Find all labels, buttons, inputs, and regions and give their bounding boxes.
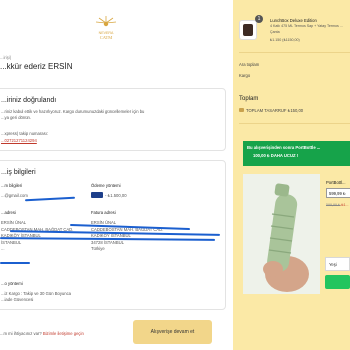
billing-line: Türkiye: [91, 246, 105, 251]
shipping-method-value: ...iz Kargo : Takip ve 30 Gün Boyunca: [1, 291, 71, 296]
order-confirmed-card: ...iriniz doğrulandı ...riniz kabul etti…: [0, 88, 226, 151]
upsell-product-name: PortBottl...: [326, 180, 346, 185]
upsell-add-button[interactable]: [325, 275, 350, 289]
upsell-variant-value: Yeşi: [329, 262, 337, 267]
contact-us-link[interactable]: Bizimle iletişime geçin: [43, 331, 84, 336]
upsell-variant-select[interactable]: Yeşi: [325, 257, 350, 271]
upsell-discount: -₺1...: [340, 203, 349, 207]
tracking-label: ...xpress) takip numarası:: [1, 131, 49, 136]
upsell-banner-line-2: 100,00 ₺ DAHA UCUZ !: [253, 153, 299, 158]
total-savings: TOPLAM TASARRUF ₺150,00: [239, 108, 303, 113]
summary-divider: [239, 52, 350, 53]
payment-label: Ödeme yöntemi: [91, 183, 121, 188]
summary-divider: [239, 123, 350, 124]
tracking-number-link[interactable]: ...02721271124294: [1, 138, 37, 143]
upsell-banner: Bu alışverişinden sonra PortBottle ... 1…: [243, 141, 350, 166]
product-name: LunchBox Deluxe Edition: [270, 18, 317, 23]
details-title: ...iş bilgileri: [1, 169, 36, 176]
shipping-cost-label: Kargo: [239, 73, 251, 78]
help-text: ...m mi ihtiyacınız var?: [0, 331, 42, 336]
upsell-product-image: [243, 174, 320, 294]
upsell-price-box: 599,99 ₺: [326, 188, 350, 198]
confirmed-body-2: ...ya geri dönün.: [1, 115, 32, 120]
main-panel: NEVERA CATM ...irişi( ...kkür ederiz ERS…: [0, 0, 233, 350]
savings-text: TOPLAM TASARRUF ₺150,00: [246, 108, 304, 113]
upsell-old-price: 599,99 ₺: [326, 203, 341, 207]
product-variant-2: Çanta: [270, 30, 280, 34]
billing-address-label: Fatura adresi: [91, 210, 116, 215]
shipping-address-label: ...adresi: [1, 210, 16, 215]
shipping-line: ...: [1, 246, 5, 251]
redaction-mark: [0, 262, 30, 264]
upsell-price: 599,99 ₺: [329, 191, 346, 196]
continue-shopping-label: Alışverişe devam et: [150, 329, 195, 335]
card-brand-icon: [91, 192, 103, 198]
product-price: ₺1.150 (₺1150,00): [270, 38, 300, 42]
product-variant: 4 Katlı 475 ML Termos Sap + Yatay Termos…: [270, 24, 343, 28]
shipping-method-label: ...o yöntemi: [1, 281, 23, 286]
continue-shopping-button[interactable]: Alışverişe devam et: [133, 320, 212, 344]
breadcrumb: ...irişi(: [0, 55, 12, 60]
brand-logo: NEVERA CATM: [95, 16, 117, 40]
product-thumbnail: [239, 20, 257, 40]
upsell-banner-line-1: Bu alışverişinden sonra PortBottle ...: [247, 145, 321, 150]
subtotal-label: Ara toplam: [239, 62, 260, 67]
quantity-badge: 1: [255, 15, 263, 23]
lunchbox-image: [243, 24, 253, 36]
page-title: ...kkür ederiz ERSİN: [0, 62, 73, 71]
total-label: Toplam: [239, 96, 259, 102]
tag-icon: [239, 108, 244, 112]
contact-label: ...m bilgileri: [1, 183, 23, 188]
help-prompt: ...m mi ihtiyacınız var? Bizimle iletişi…: [0, 331, 84, 336]
confirmed-title: ...iriniz doğrulandı: [1, 97, 57, 104]
payment-value: - ₺1.500,00: [105, 193, 127, 198]
bottle-illustration: [243, 174, 320, 294]
shipping-method-value-2: ...iade Güvencesi: [1, 297, 34, 302]
contact-value: ...@gmail.com: [1, 193, 28, 198]
svg-text:CATM: CATM: [100, 35, 113, 40]
confirmed-body-1: ...riniz kabul ettik ve hazırlıyoruz. Ka…: [1, 109, 145, 114]
